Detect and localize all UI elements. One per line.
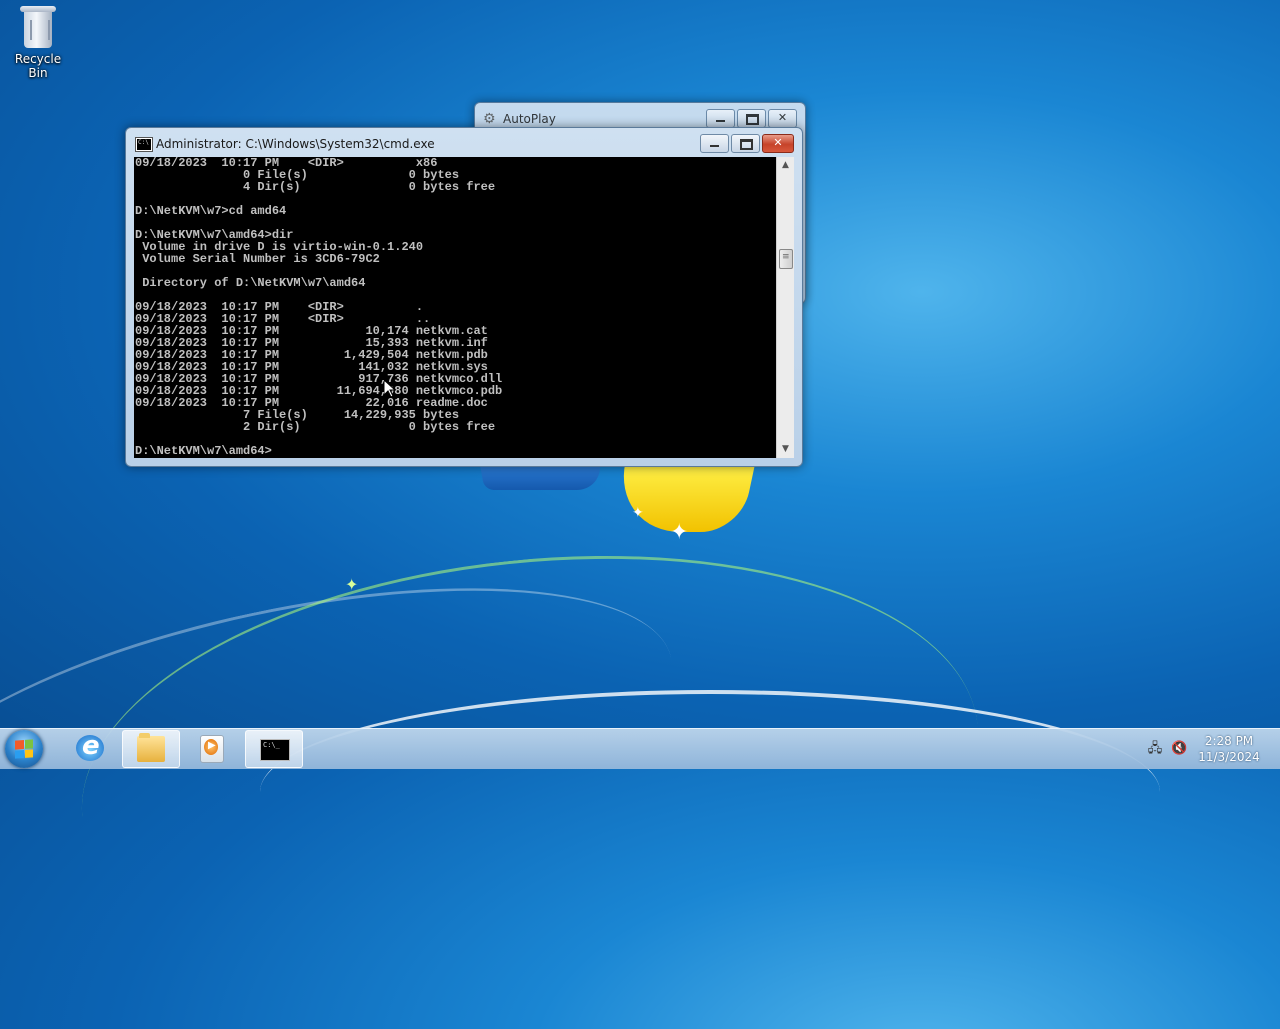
wallpaper-swoosh (260, 690, 1160, 894)
maximize-button[interactable] (737, 109, 766, 128)
media-player-icon (200, 735, 224, 763)
minimize-button[interactable] (700, 134, 729, 153)
vertical-scrollbar[interactable]: ▲ ▼ (776, 157, 794, 458)
sparkle-icon: ✦ (670, 520, 689, 545)
console-text: 09/18/2023 10:17 PM <DIR> x86 0 File(s) … (135, 157, 503, 458)
start-button[interactable] (5, 730, 43, 768)
sparkle-icon: ✦ (632, 505, 644, 521)
taskbar-button-windows-explorer[interactable] (122, 730, 180, 768)
autoplay-gear-icon: ⚙ (483, 111, 496, 127)
desktop-icon-recycle-bin[interactable]: Recycle Bin (4, 6, 72, 80)
sparkle-icon: ✦ (345, 575, 359, 594)
cmd-icon (135, 137, 153, 152)
console-output[interactable]: 09/18/2023 10:17 PM <DIR> x86 0 File(s) … (134, 157, 776, 458)
windows-logo-icon (15, 739, 33, 759)
minimize-button[interactable] (706, 109, 735, 128)
taskbar-button-command-prompt[interactable] (245, 730, 303, 768)
cmd-icon (260, 739, 290, 761)
clock-time: 2:28 PM (1204, 734, 1254, 748)
network-icon[interactable]: 🖧 (1147, 741, 1163, 757)
desktop-icon-label: Recycle Bin (14, 52, 62, 80)
taskbar-button-media-player[interactable] (183, 730, 239, 766)
taskbar-button-internet-explorer[interactable] (62, 730, 118, 766)
scroll-up-icon[interactable]: ▲ (777, 157, 794, 174)
close-icon: ✕ (773, 136, 783, 149)
close-button[interactable]: ✕ (768, 109, 797, 128)
window-title: Administrator: C:\Windows\System32\cmd.e… (156, 137, 435, 151)
scroll-thumb[interactable] (779, 249, 793, 269)
close-icon: ✕ (777, 111, 788, 124)
clock-date: 11/3/2024 (1198, 750, 1260, 764)
scroll-down-icon[interactable]: ▼ (777, 441, 794, 458)
clock[interactable]: 2:28 PM 11/3/2024 (1188, 733, 1270, 765)
close-button[interactable]: ✕ (762, 134, 794, 153)
volume-muted-icon[interactable]: 🔇 (1171, 741, 1187, 757)
cmd-window[interactable]: Administrator: C:\Windows\System32\cmd.e… (125, 127, 803, 467)
folder-icon (137, 733, 165, 762)
maximize-button[interactable] (731, 134, 760, 153)
window-title: AutoPlay (503, 112, 556, 126)
recycle-bin-icon (20, 6, 56, 48)
taskbar: 🖧 🔇 2:28 PM 11/3/2024 (0, 728, 1280, 769)
ie-icon (76, 731, 104, 761)
